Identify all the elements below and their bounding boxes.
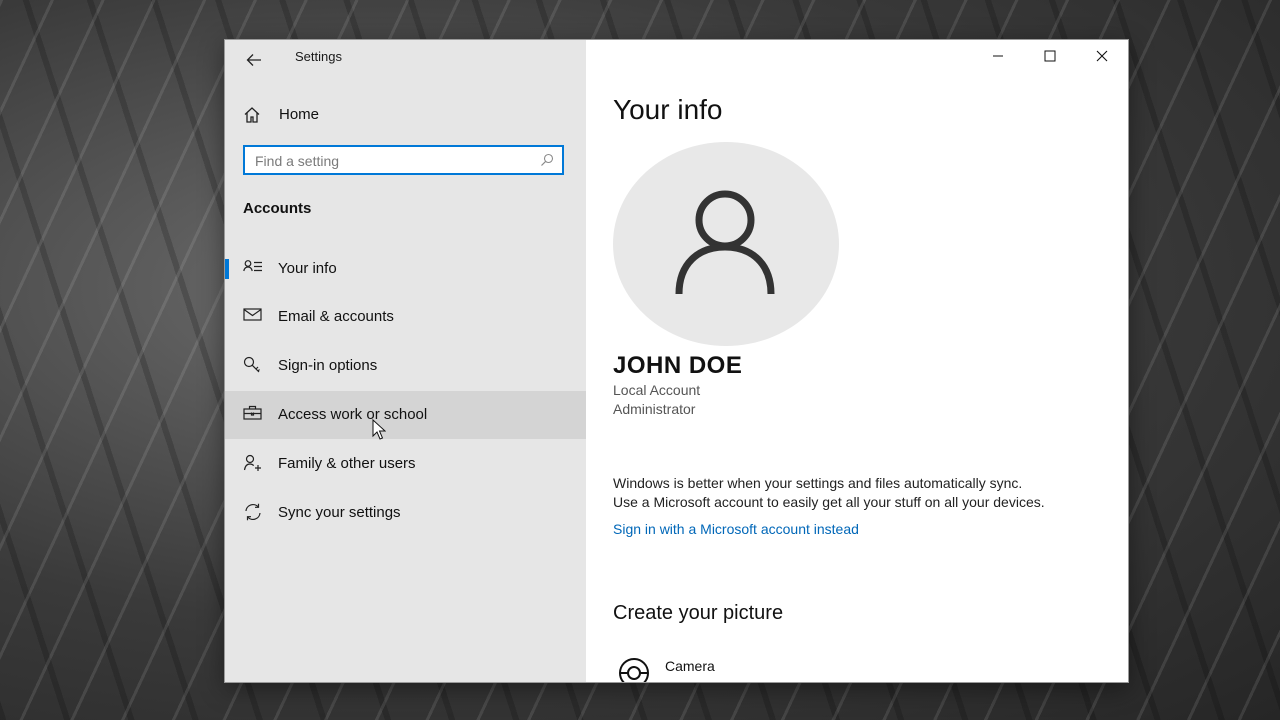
- add-user-icon: [243, 454, 261, 471]
- user-info-icon: [243, 260, 262, 272]
- camera-option[interactable]: Camera: [613, 654, 913, 682]
- user-name: JOHN DOE: [613, 352, 743, 379]
- settings-window: Settings Home Accounts Your info: [225, 40, 1128, 682]
- selection-indicator: [225, 259, 229, 279]
- maximize-button[interactable]: [1024, 40, 1076, 72]
- sidebar-item-sign-in-options[interactable]: Sign-in options: [225, 342, 586, 390]
- sidebar-item-label: Family & other users: [278, 455, 416, 472]
- key-icon: [243, 356, 260, 373]
- app-title: Settings: [295, 49, 342, 64]
- minimize-button[interactable]: [972, 40, 1024, 72]
- sync-message-line: Windows is better when your settings and…: [613, 475, 1023, 491]
- close-icon: [1096, 50, 1108, 62]
- sidebar-item-email-accounts[interactable]: Email & accounts: [225, 293, 586, 341]
- sidebar-item-label: Sync your settings: [278, 504, 401, 521]
- briefcase-icon: [243, 405, 262, 420]
- back-arrow-icon: [246, 54, 261, 66]
- avatar: [613, 142, 839, 346]
- search-box[interactable]: [243, 145, 564, 175]
- close-button[interactable]: [1076, 40, 1128, 72]
- back-button[interactable]: [237, 45, 271, 75]
- sidebar-item-label: Sign-in options: [278, 357, 378, 374]
- sidebar-item-home[interactable]: Home: [225, 98, 586, 132]
- main-content: Your info JOHN DOE Local Account Adminis…: [586, 40, 1128, 682]
- sidebar: Settings Home Accounts Your info: [225, 40, 586, 682]
- camera-label: Camera: [665, 658, 715, 674]
- sidebar-item-access-work-school[interactable]: Access work or school: [225, 391, 586, 439]
- sync-message-line: Use a Microsoft account to easily get al…: [613, 494, 1045, 510]
- sidebar-item-your-info[interactable]: Your info: [225, 245, 586, 293]
- search-input[interactable]: [255, 151, 525, 171]
- search-icon: [541, 153, 554, 166]
- mail-icon: [243, 308, 262, 321]
- sidebar-item-family-users[interactable]: Family & other users: [225, 440, 586, 488]
- sidebar-item-label: Access work or school: [278, 406, 428, 423]
- microsoft-signin-link[interactable]: Sign in with a Microsoft account instead: [613, 521, 859, 537]
- user-avatar-icon: [675, 190, 775, 295]
- section-title-create-picture: Create your picture: [613, 602, 784, 624]
- sidebar-item-label: Your info: [278, 260, 337, 277]
- sync-icon: [245, 503, 261, 521]
- sidebar-item-label: Email & accounts: [278, 308, 394, 325]
- sidebar-item-sync-settings[interactable]: Sync your settings: [225, 489, 586, 537]
- minimize-icon: [993, 55, 1003, 57]
- section-title-accounts: Accounts: [243, 200, 312, 217]
- page-title: Your info: [613, 94, 723, 125]
- maximize-icon: [1044, 50, 1056, 62]
- mouse-cursor-icon: [372, 419, 386, 440]
- camera-icon: [619, 658, 649, 682]
- home-icon: [244, 107, 260, 123]
- home-label: Home: [279, 106, 320, 123]
- account-type: Local Account: [613, 382, 701, 398]
- account-role: Administrator: [613, 401, 696, 417]
